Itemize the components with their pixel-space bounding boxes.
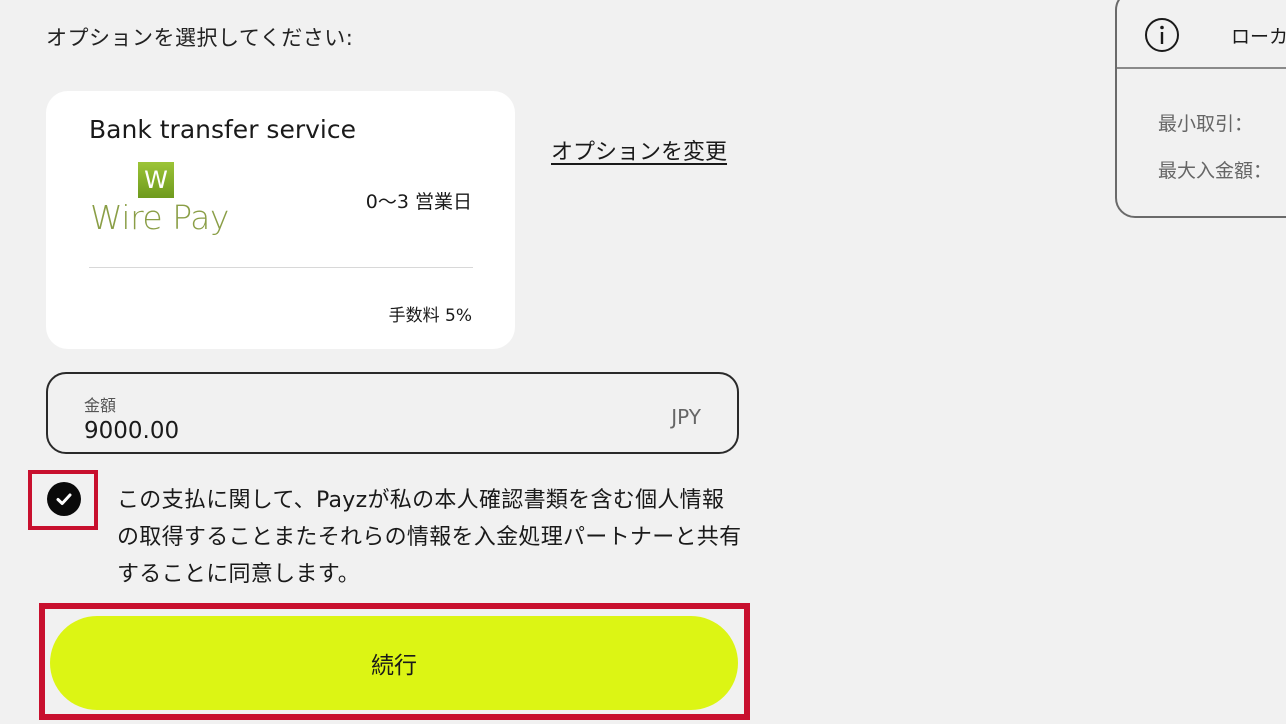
currency-label: JPY <box>671 405 701 429</box>
amount-field[interactable]: 金額 9000.00 JPY <box>46 372 739 454</box>
amount-input[interactable]: 9000.00 <box>84 418 179 444</box>
consent-checkbox[interactable] <box>47 482 81 516</box>
continue-button[interactable]: 続行 <box>50 616 738 710</box>
wire-pay-logo: W Wire Pay <box>90 162 230 246</box>
fee-label: 手数料 5% <box>388 306 472 326</box>
select-option-prompt: オプションを選択してください: <box>46 26 354 50</box>
checkmark-icon <box>56 493 72 505</box>
payment-option-card[interactable]: Bank transfer service W Wire Pay 0～3 営業日… <box>46 91 515 349</box>
processing-time: 0～3 営業日 <box>365 191 472 213</box>
consent-text: この支払に関して、Payzが私の本人確認書類を含む個人情報の取得することまたそれ… <box>117 488 742 587</box>
info-panel: ローカ 最小取引： 最大入金額： <box>1115 0 1286 218</box>
option-title: Bank transfer service <box>89 115 356 144</box>
amount-label: 金額 <box>84 396 117 415</box>
info-panel-divider <box>1117 67 1286 69</box>
card-divider <box>89 267 473 268</box>
info-icon <box>1145 18 1179 52</box>
wire-pay-logo-text: Wire Pay <box>90 198 229 237</box>
info-panel-title: ローカ <box>1231 26 1286 48</box>
change-option-link[interactable]: オプションを変更 <box>551 134 727 166</box>
wire-pay-logo-badge: W <box>138 162 174 198</box>
min-transaction-label: 最小取引： <box>1158 113 1254 135</box>
max-deposit-label: 最大入金額： <box>1158 160 1273 182</box>
